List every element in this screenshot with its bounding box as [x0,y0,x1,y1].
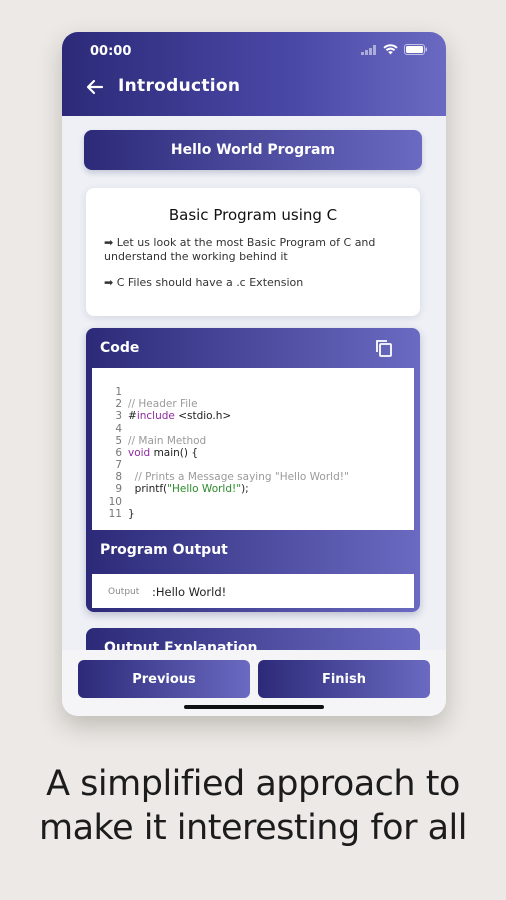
wifi-icon [383,44,398,55]
tagline-line2: make it interesting for all [39,808,467,848]
code-label: Code [100,340,140,356]
lesson-header-button[interactable]: Hello World Program [84,130,422,170]
tagline: A simplified approach to make it interes… [0,762,506,850]
back-arrow-icon[interactable] [84,76,106,98]
phone-frame: 00:00 Introduction Hello World Program B… [62,32,446,716]
battery-icon [404,44,427,55]
app-bar: 00:00 Introduction [62,32,446,116]
finish-button[interactable]: Finish [258,660,430,698]
intro-bullet: ➡ Let us look at the most Basic Program … [104,236,376,263]
intro-title: Basic Program using C [168,206,338,224]
signal-icon [361,44,376,55]
status-icons [361,44,428,55]
previous-button[interactable]: Previous [78,660,250,698]
output-value: :Hello World! [152,585,227,599]
page-title: Introduction [118,76,241,96]
code-block: 1 2// Header File 3 #include <stdio.h> 4 … [92,368,414,530]
output-block: Output :Hello World! [92,574,414,608]
output-label: Program Output [100,542,228,558]
code-card: Code 1 2// Header File 3 #include <stdio.… [86,328,420,612]
home-indicator [184,705,324,709]
output-prefix: Output [108,587,140,597]
lesson-content[interactable]: Hello World Program Basic Program using … [62,116,446,716]
status-time: 00:00 [90,44,132,59]
intro-bullet: ➡ C Files should have a .c Extension [104,276,304,289]
tagline-line1: A simplified approach to [46,764,460,804]
intro-card: Basic Program using C ➡ Let us look at t… [86,188,420,316]
copy-icon[interactable] [374,338,394,358]
